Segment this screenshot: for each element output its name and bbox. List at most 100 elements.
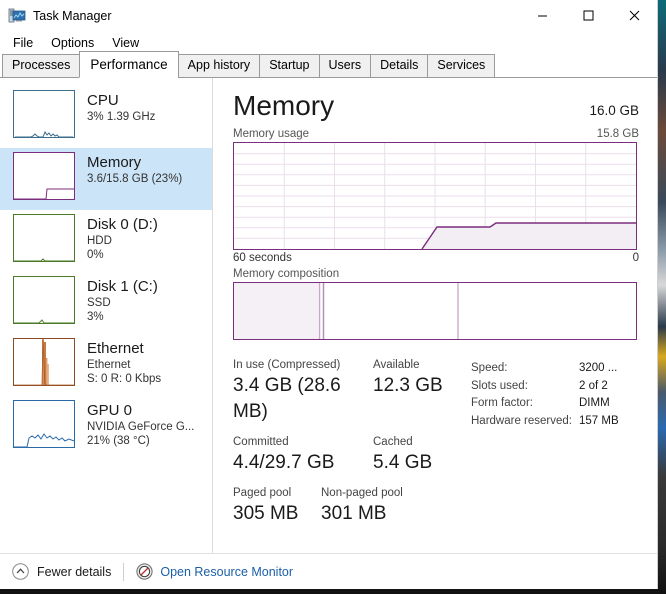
stat-row-inuse-available: In use (Compressed) 3.4 GB (28.6 MB) Ava… <box>233 358 471 425</box>
usage-graph-labels: Memory usage 15.8 GB <box>233 128 639 140</box>
memory-text: Memory 3.6/15.8 GB (23%) <box>87 152 182 186</box>
disk1-thumbnail <box>13 276 75 324</box>
gpu0-text: GPU 0 NVIDIA GeForce G... 21% (38 °C) <box>87 400 194 448</box>
memory-sub1: 3.6/15.8 GB (23%) <box>87 173 183 185</box>
disk1-sub1: SSD <box>87 297 111 309</box>
stat-label-paged-pool: Paged pool <box>233 487 292 499</box>
stat-value-paged-pool: 305 MB <box>233 503 299 524</box>
cpu-sub1: 3% 1.39 GHz <box>87 111 156 123</box>
content-area: CPU 3% 1.39 GHz Memory 3.6/15.8 GB (23%) <box>0 78 657 586</box>
stat-value-committed: 4.4/29.7 GB <box>233 452 335 473</box>
menu-item-file[interactable]: File <box>4 34 42 52</box>
minimize-icon <box>537 15 547 17</box>
disk1-text: Disk 1 (C:) SSD 3% <box>87 276 158 324</box>
stat-label-cached: Cached <box>373 436 413 448</box>
disk0-thumbnail <box>13 214 75 262</box>
tab-startup[interactable]: Startup <box>259 54 320 78</box>
ethernet-text: Ethernet Ethernet S: 0 R: 0 Kbps <box>87 338 161 386</box>
sidebar-item-disk0[interactable]: Disk 0 (D:) HDD 0% <box>0 210 212 272</box>
memory-thumbnail <box>13 152 75 200</box>
detail-value-form-factor: DIMM <box>579 397 610 409</box>
cpu-text: CPU 3% 1.39 GHz <box>87 90 155 124</box>
stat-row-paged-nonpaged: Paged pool 305 MB Non-paged pool 301 MB <box>233 486 471 527</box>
page-title: Memory <box>233 90 335 121</box>
tab-strip: Processes Performance App history Startu… <box>0 51 657 78</box>
close-button[interactable] <box>611 0 657 31</box>
composition-labels: Memory composition <box>233 268 639 280</box>
maximize-button[interactable] <box>565 0 611 31</box>
usage-graph-title: Memory usage <box>233 128 310 140</box>
tab-app-history[interactable]: App history <box>177 54 261 78</box>
stat-label-committed: Committed <box>233 436 289 448</box>
task-manager-window: Task Manager File Options View Processes… <box>0 0 658 589</box>
stat-label-in-use: In use (Compressed) <box>233 359 341 371</box>
menu-item-view[interactable]: View <box>103 34 148 52</box>
disk1-title: Disk 1 (C:) <box>87 278 158 295</box>
sidebar-item-disk1[interactable]: Disk 1 (C:) SSD 3% <box>0 272 212 334</box>
composition-title: Memory composition <box>233 268 340 280</box>
menu-item-options[interactable]: Options <box>42 34 103 52</box>
axis-left-label: 60 seconds <box>233 252 292 264</box>
axis-right-label: 0 <box>632 252 639 264</box>
status-bar: Fewer details Open Resource Monitor <box>0 553 657 589</box>
fewer-details-label: Fewer details <box>37 564 112 579</box>
detail-key-hardware-reserved: Hardware reserved: <box>471 414 572 427</box>
disk0-sub1: HDD <box>87 235 112 247</box>
detail-row-form-factor: Form factor: DIMM <box>471 395 619 413</box>
memory-usage-plot <box>234 143 636 249</box>
detail-value-speed: 3200 ... <box>579 362 618 374</box>
sidebar-item-ethernet[interactable]: Ethernet Ethernet S: 0 R: 0 Kbps <box>0 334 212 396</box>
minimize-button[interactable] <box>519 0 565 31</box>
tab-processes[interactable]: Processes <box>2 54 81 78</box>
ethernet-sub2: S: 0 R: 0 Kbps <box>87 373 162 385</box>
memory-stats: In use (Compressed) 3.4 GB (28.6 MB) Ava… <box>233 358 639 537</box>
gpu0-title: GPU 0 <box>87 402 133 419</box>
detail-row-speed: Speed: 3200 ... <box>471 360 619 378</box>
close-icon <box>629 10 639 21</box>
memory-panel: Memory 16.0 GB Memory usage 15.8 GB 60 s… <box>213 78 657 586</box>
stat-row-committed-cached: Committed 4.4/29.7 GB Cached 5.4 GB <box>233 435 471 476</box>
window-title: Task Manager <box>33 9 112 23</box>
tab-users[interactable]: Users <box>318 54 372 78</box>
memory-composition-bar <box>233 282 637 340</box>
memory-hardware-details: Speed: 3200 ... Slots used: 2 of 2 Form … <box>471 358 619 537</box>
disk0-text: Disk 0 (D:) HDD 0% <box>87 214 158 262</box>
memory-stats-left: In use (Compressed) 3.4 GB (28.6 MB) Ava… <box>233 358 471 537</box>
detail-key-form-factor: Form factor: <box>471 397 533 409</box>
ethernet-sub1: Ethernet <box>87 359 131 371</box>
stat-value-non-paged-pool: 301 MB <box>321 503 387 524</box>
maximize-icon <box>583 10 593 21</box>
disk0-sub2: 0% <box>87 249 104 261</box>
cpu-title: CPU <box>87 92 119 109</box>
usage-graph-axis: 60 seconds 0 <box>233 252 639 264</box>
detail-row-slots-used: Slots used: 2 of 2 <box>471 378 619 396</box>
stat-value-available: 12.3 GB <box>373 375 443 396</box>
open-resource-monitor-link[interactable]: Open Resource Monitor <box>136 563 293 580</box>
disk0-title: Disk 0 (D:) <box>87 216 158 233</box>
tab-services[interactable]: Services <box>427 54 496 78</box>
fewer-details-button[interactable]: Fewer details <box>12 563 111 580</box>
usage-graph-ymax: 15.8 GB <box>596 128 639 140</box>
detail-value-hardware-reserved: 157 MB <box>579 414 619 427</box>
stat-value-in-use: 3.4 GB (28.6 MB) <box>233 375 341 422</box>
tab-performance[interactable]: Performance <box>79 51 179 78</box>
stat-value-cached: 5.4 GB <box>373 452 433 473</box>
detail-key-speed: Speed: <box>471 362 508 374</box>
sidebar-item-memory[interactable]: Memory 3.6/15.8 GB (23%) <box>0 148 212 210</box>
cpu-thumbnail <box>13 90 75 138</box>
taskmanager-icon <box>8 8 26 23</box>
tab-details[interactable]: Details <box>370 54 429 78</box>
ethernet-title: Ethernet <box>87 340 144 357</box>
disk1-sub2: 3% <box>87 311 104 323</box>
footer-divider <box>123 562 125 581</box>
chevron-up-circle-icon <box>12 563 29 580</box>
title-bar: Task Manager <box>0 0 657 32</box>
detail-value-slots-used: 2 of 2 <box>579 379 608 392</box>
sidebar-item-gpu0[interactable]: GPU 0 NVIDIA GeForce G... 21% (38 °C) <box>0 396 212 458</box>
gpu0-sub1: NVIDIA GeForce G... <box>87 421 195 433</box>
gpu0-sub2: 21% (38 °C) <box>87 435 150 447</box>
detail-key-slots-used: Slots used: <box>471 379 528 392</box>
resource-monitor-icon <box>136 563 153 580</box>
sidebar-item-cpu[interactable]: CPU 3% 1.39 GHz <box>0 86 212 148</box>
stat-label-available: Available <box>373 359 420 371</box>
